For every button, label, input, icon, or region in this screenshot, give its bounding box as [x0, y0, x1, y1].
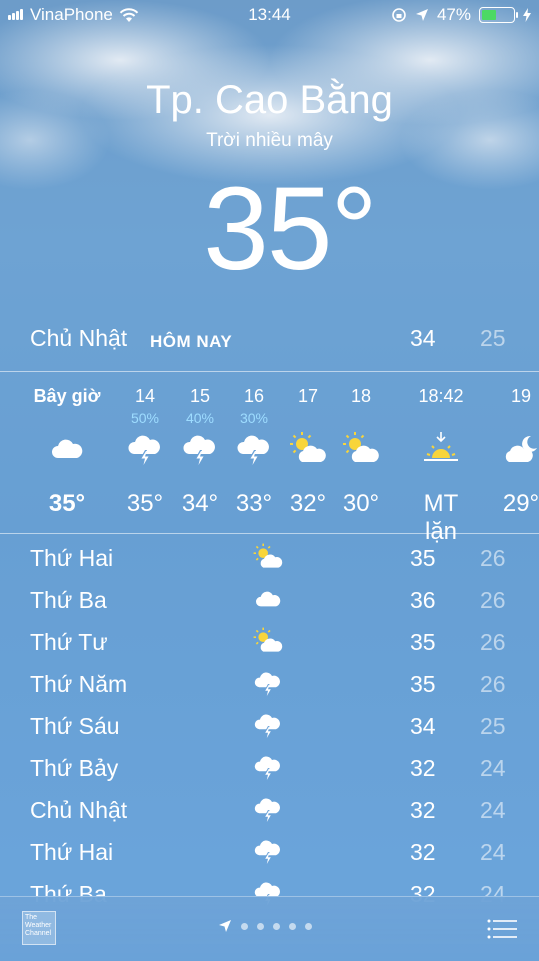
thunderstorm-icon: [248, 710, 288, 742]
day-high: 35: [410, 671, 436, 697]
cloud-icon: [47, 430, 87, 470]
location-arrow-icon: [415, 9, 428, 21]
day-name: Thứ Hai: [30, 839, 114, 865]
current-temperature: 35°: [203, 163, 377, 295]
partly-sunny-icon: [248, 542, 288, 574]
rotation-lock-icon: [392, 8, 406, 22]
daily-row: Chủ Nhật 32 24: [30, 789, 520, 831]
cloud-icon: [248, 584, 288, 616]
day-high: 35: [410, 629, 436, 655]
day-name: Thứ Tư: [30, 629, 108, 655]
hour-temperature: 29°: [502, 490, 539, 517]
city-name: Tp. Cao Bằng: [146, 78, 393, 122]
day-name: Chủ Nhật: [30, 797, 128, 823]
divider: [0, 533, 539, 534]
today-badge: HÔM NAY: [150, 332, 233, 351]
daily-forecast[interactable]: Thứ Hai 35 26 Thứ Ba 36 26 Thứ Tư 35 26 Thứ Năm 35…: [30, 537, 520, 915]
thunderstorm-icon: [125, 430, 165, 470]
today-summary: Chủ Nhật HÔM NAY 34 25: [30, 325, 520, 355]
day-low: 24: [480, 839, 506, 865]
day-high: 35: [410, 545, 436, 571]
charging-icon: [523, 8, 531, 22]
day-name: Thứ Bảy: [30, 755, 119, 781]
day-low: 25: [480, 713, 506, 739]
hour-time: 18:42: [418, 386, 464, 406]
weather-condition: Trời nhiều mây: [206, 130, 333, 151]
precip-chance: 30%: [239, 410, 269, 426]
today-day: Chủ Nhật: [30, 325, 128, 351]
day-low: 26: [480, 545, 506, 571]
status-bar: VinaPhone 13:44 47%: [0, 0, 539, 30]
day-high: 32: [410, 797, 436, 823]
day-high: 32: [410, 755, 436, 781]
hour-temperature: 35°: [48, 490, 86, 517]
hour-time: 18: [350, 386, 372, 406]
partly-cloudy-night-icon: [501, 430, 539, 470]
battery-percent: 47%: [436, 5, 471, 24]
hour-temperature: 30°: [342, 490, 380, 517]
daily-row: Thứ Năm 35 26: [30, 663, 520, 705]
daily-row: Thứ Hai 35 26: [30, 537, 520, 579]
thunderstorm-icon: [234, 430, 274, 470]
day-low: 24: [480, 755, 506, 781]
today-low: 25: [480, 325, 506, 351]
today-high: 34: [410, 325, 436, 351]
day-high: 36: [410, 587, 436, 613]
day-name: Thứ Năm: [30, 671, 128, 697]
hour-time: Bây giờ: [33, 386, 101, 406]
day-low: 26: [480, 629, 506, 655]
day-name: Thứ Ba: [30, 587, 107, 613]
page-dot[interactable]: [289, 922, 296, 930]
sunset-icon: [421, 430, 461, 470]
bottom-toolbar: The Weather Channel: [0, 896, 539, 961]
day-low: 24: [480, 797, 506, 823]
thunderstorm-icon: [248, 668, 288, 700]
battery-icon: [479, 7, 518, 23]
thunderstorm-icon: [248, 794, 288, 826]
thunderstorm-icon: [180, 430, 220, 470]
page-dot[interactable]: [273, 922, 280, 930]
daily-row: Thứ Bảy 32 24: [30, 747, 520, 789]
daily-row: Thứ Tư 35 26: [30, 621, 520, 663]
partly-sunny-icon: [248, 626, 288, 658]
partly-sunny-icon: [288, 430, 328, 470]
weather-channel-logo[interactable]: The Weather Channel: [22, 911, 56, 945]
day-high: 32: [410, 839, 436, 865]
hour-time: 19: [510, 386, 532, 406]
page-dot[interactable]: [305, 922, 312, 930]
daily-row: Thứ Sáu 34 25: [30, 705, 520, 747]
page-dot[interactable]: [241, 922, 248, 930]
thunderstorm-icon: [248, 836, 288, 868]
partly-sunny-icon: [341, 430, 381, 470]
page-dot[interactable]: [257, 922, 264, 930]
day-low: 26: [480, 587, 506, 613]
list-icon[interactable]: [487, 919, 517, 939]
daily-row: Thứ Hai 32 24: [30, 831, 520, 873]
daily-row: Thứ Ba 36 26: [30, 579, 520, 621]
day-high: 34: [410, 713, 436, 739]
location-arrow-icon: [219, 920, 231, 932]
thunderstorm-icon: [248, 752, 288, 784]
day-name: Thứ Sáu: [30, 713, 120, 739]
hourly-forecast[interactable]: Bây giờ 35° 14 50% 35° 15 40% 34° 16 30% 33° 17 32° 1…: [0, 372, 539, 545]
day-name: Thứ Hai: [30, 545, 114, 571]
day-low: 26: [480, 671, 506, 697]
page-indicator[interactable]: [218, 919, 312, 933]
